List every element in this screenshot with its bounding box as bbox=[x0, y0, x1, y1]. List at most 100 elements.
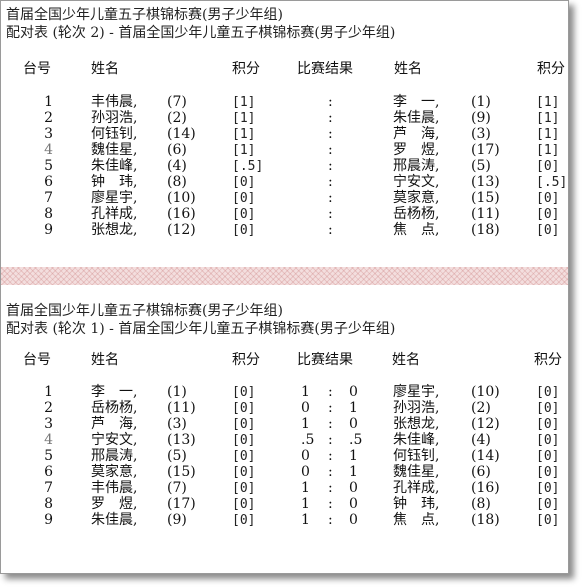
player-1-name: 宁安文, bbox=[91, 432, 138, 448]
pairing-subtitle: 配对表 (轮次 1) - 首届全国少年儿童五子棋锦标赛(男子少年组) bbox=[6, 321, 396, 337]
result-player-1: 1 bbox=[301, 384, 310, 400]
player-2-points: [0] bbox=[536, 465, 560, 480]
result-separator: : bbox=[328, 94, 333, 110]
player-2-points: [0] bbox=[536, 513, 560, 528]
player-2-points: [0] bbox=[536, 401, 560, 416]
player-1-name: 邢晨涛, bbox=[91, 448, 138, 464]
table-row: 8 罗 煜, (17) [0] 1:0 钟 玮, (8) [0] bbox=[1, 496, 568, 513]
table-header: 台号 姓名 积分 比赛结果 姓名 积分 bbox=[1, 352, 568, 369]
table-row: 5 邢晨涛, (5) [0] 0:1 何钰钊, (14) [0] bbox=[1, 448, 568, 465]
player-1-points: [0] bbox=[232, 417, 256, 432]
result-separator: : bbox=[328, 464, 333, 480]
player-2-seed: (16) bbox=[471, 480, 500, 496]
header-table-no: 台号 bbox=[23, 352, 51, 368]
player-2-points: [0] bbox=[536, 481, 560, 496]
player-1-seed: (5) bbox=[167, 448, 187, 464]
player-2-name: 钟 玮, bbox=[393, 496, 440, 512]
table-row: 6 莫家意, (15) [0] 0:1 魏佳星, (6) [0] bbox=[1, 464, 568, 481]
player-2-points: [1] bbox=[536, 143, 560, 158]
player-1-points: [0] bbox=[232, 497, 256, 512]
player-1-name: 张想龙, bbox=[91, 222, 138, 238]
player-2-name: 莫家意, bbox=[393, 190, 440, 206]
result-player-1: 1 bbox=[301, 416, 310, 432]
table-number: 2 bbox=[44, 110, 53, 126]
player-1-points: [0] bbox=[232, 191, 256, 206]
player-1-name: 孔祥成, bbox=[91, 206, 138, 222]
player-2-points: [0] bbox=[536, 159, 560, 174]
table-row: 8 孔祥成, (16) [0]: 岳杨杨, (11) [0] bbox=[1, 206, 568, 223]
result-player-2: 0 bbox=[349, 496, 358, 512]
player-1-points: [0] bbox=[232, 175, 256, 190]
player-2-points: [1] bbox=[536, 127, 560, 142]
result-player-2: 0 bbox=[349, 384, 358, 400]
player-2-name: 孔祥成, bbox=[393, 480, 440, 496]
table-number: 2 bbox=[44, 400, 53, 416]
result-separator: : bbox=[328, 142, 333, 158]
player-2-points: [0] bbox=[536, 207, 560, 222]
result-separator: : bbox=[328, 512, 333, 528]
player-2-name: 芦 海, bbox=[393, 126, 440, 142]
table-row: 1 丰伟晨, (7) [1]: 李 一, (1) [1] bbox=[1, 94, 568, 111]
player-2-seed: (11) bbox=[471, 206, 500, 222]
player-1-name: 魏佳星, bbox=[91, 142, 138, 158]
header-table-no: 台号 bbox=[23, 61, 51, 77]
player-2-seed: (10) bbox=[471, 384, 500, 400]
table-row: 4 宁安文, (13) [0] .5: .5 朱佳峰, (4) [0] bbox=[1, 432, 568, 449]
player-1-points: [0] bbox=[232, 449, 256, 464]
player-2-seed: (17) bbox=[471, 142, 500, 158]
header-score-1: 积分 bbox=[232, 61, 260, 77]
table-number: 8 bbox=[44, 496, 53, 512]
player-1-seed: (1) bbox=[167, 384, 187, 400]
tournament-title: 首届全国少年儿童五子棋锦标赛(男子少年组) bbox=[6, 7, 283, 23]
player-2-points: [1] bbox=[536, 111, 560, 126]
player-1-name: 芦 海, bbox=[91, 416, 138, 432]
player-1-seed: (6) bbox=[167, 142, 187, 158]
pairing-subtitle: 配对表 (轮次 2) - 首届全国少年儿童五子棋锦标赛(男子少年组) bbox=[6, 25, 396, 41]
player-2-name: 魏佳星, bbox=[393, 464, 440, 480]
table-number: 4 bbox=[44, 432, 53, 448]
player-2-points: [0] bbox=[536, 385, 560, 400]
player-1-seed: (16) bbox=[167, 206, 196, 222]
player-2-name: 孙羽浩, bbox=[393, 400, 440, 416]
result-player-1: 1 bbox=[301, 512, 310, 528]
player-1-points: [.5] bbox=[232, 159, 264, 174]
table-number: 6 bbox=[44, 174, 53, 190]
header-score-2: 积分 bbox=[537, 61, 565, 77]
player-1-name: 莫家意, bbox=[91, 464, 138, 480]
player-1-name: 廖星宇, bbox=[91, 190, 138, 206]
table-number: 7 bbox=[44, 190, 53, 206]
player-2-name: 李 一, bbox=[393, 94, 440, 110]
player-1-seed: (15) bbox=[167, 464, 196, 480]
table-row: 2 孙羽浩, (2) [1]: 朱佳晨, (9) [1] bbox=[1, 110, 568, 127]
result-separator: : bbox=[328, 158, 333, 174]
table-row: 9 朱佳晨, (9) [0] 1:0 焦 点, (18) [0] bbox=[1, 512, 568, 529]
section-divider bbox=[1, 267, 568, 285]
table-row: 3 芦 海, (3) [0] 1:0 张想龙, (12) [0] bbox=[1, 416, 568, 433]
header-name-2: 姓名 bbox=[392, 352, 420, 368]
table-row: 9 张想龙, (12) [0]: 焦 点, (18) [0] bbox=[1, 222, 568, 239]
player-2-seed: (13) bbox=[471, 174, 500, 190]
header-name-2: 姓名 bbox=[394, 61, 422, 77]
result-separator: : bbox=[328, 190, 333, 206]
player-1-points: [1] bbox=[232, 111, 256, 126]
table-number: 5 bbox=[44, 158, 53, 174]
table-row: 7 廖星宇, (10) [0]: 莫家意, (15) [0] bbox=[1, 190, 568, 207]
result-player-2: 1 bbox=[349, 448, 358, 464]
player-2-points: [0] bbox=[536, 223, 560, 238]
player-2-name: 焦 点, bbox=[393, 222, 440, 238]
player-2-seed: (6) bbox=[471, 464, 491, 480]
player-2-seed: (2) bbox=[471, 400, 491, 416]
player-2-seed: (18) bbox=[471, 512, 500, 528]
result-separator: : bbox=[328, 432, 333, 448]
player-1-seed: (8) bbox=[167, 174, 187, 190]
table-number: 4 bbox=[44, 142, 53, 158]
player-1-points: [0] bbox=[232, 385, 256, 400]
player-2-points: [0] bbox=[536, 497, 560, 512]
table-number: 1 bbox=[44, 94, 53, 110]
player-2-name: 张想龙, bbox=[393, 416, 440, 432]
result-player-2: 0 bbox=[349, 512, 358, 528]
player-1-seed: (7) bbox=[167, 480, 187, 496]
player-1-seed: (10) bbox=[167, 190, 196, 206]
player-2-points: [.5] bbox=[536, 175, 568, 190]
player-2-points: [1] bbox=[536, 95, 560, 110]
